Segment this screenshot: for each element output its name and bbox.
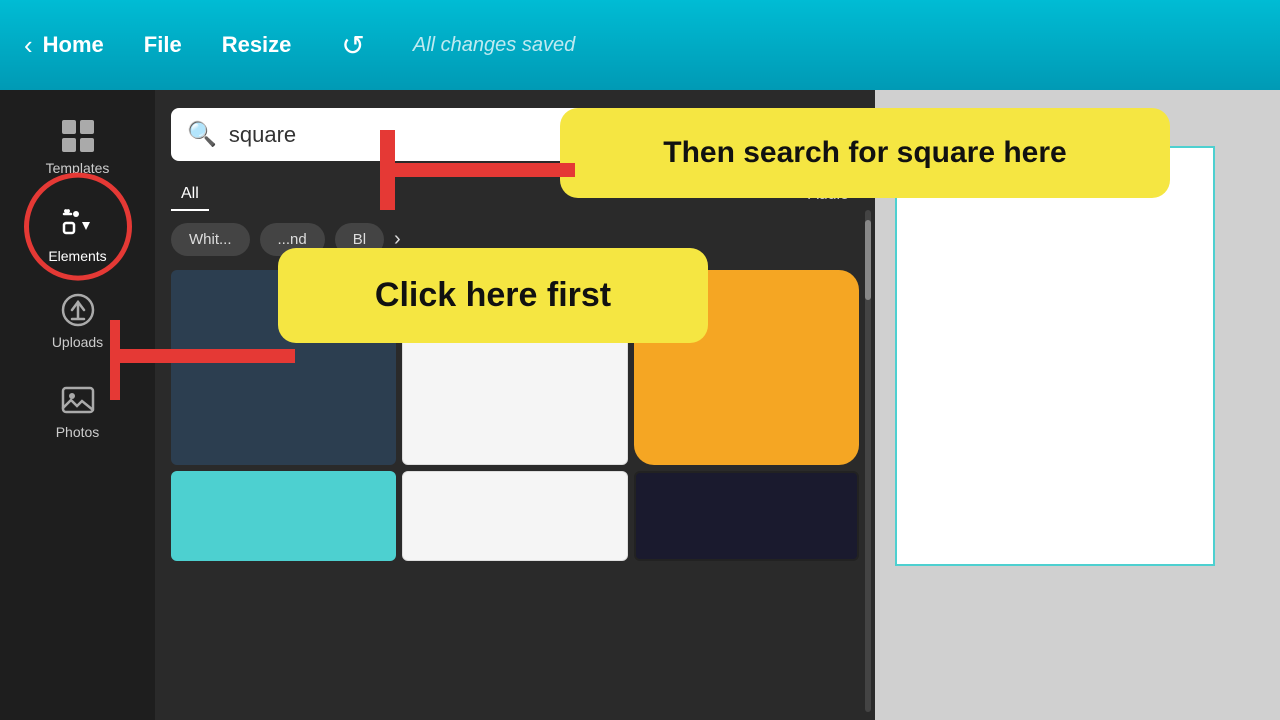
filter-white-button[interactable]: Whit...: [171, 223, 250, 256]
tabs-row: All Audio: [155, 173, 875, 217]
undo-button[interactable]: ↺: [341, 29, 364, 62]
sidebar-item-uploads[interactable]: Uploads: [0, 274, 155, 364]
filter-blend-button[interactable]: ...nd: [260, 223, 325, 256]
sidebar-item-photos[interactable]: Photos: [0, 364, 155, 454]
grid-item-teal-square[interactable]: [171, 471, 396, 561]
panel: 🔍 All Audio Whit... ...nd Bl ›: [155, 90, 875, 720]
elements-inner: Elements: [48, 204, 106, 264]
sidebar-item-templates[interactable]: Templates: [0, 100, 155, 190]
grid-item-dark-square[interactable]: [171, 270, 396, 465]
back-home-button[interactable]: ‹ Home: [24, 30, 104, 61]
resize-button[interactable]: Resize: [222, 32, 292, 58]
filter-row: Whit... ...nd Bl ›: [155, 217, 875, 262]
sidebar-item-elements[interactable]: Elements: [0, 190, 155, 274]
search-icon: 🔍: [187, 120, 217, 149]
templates-icon: [60, 118, 96, 154]
sidebar: Templates Elements: [0, 90, 155, 720]
resize-label: Resize: [222, 32, 292, 58]
photos-icon: [60, 382, 96, 418]
elements-label: Elements: [48, 248, 106, 264]
filter-more-button[interactable]: ›: [394, 228, 401, 251]
grid-item-white-square[interactable]: [402, 270, 627, 465]
filter-bl-button[interactable]: Bl: [335, 223, 384, 256]
scrollbar-thumb[interactable]: [865, 220, 871, 300]
grid-item-orange-square[interactable]: [634, 270, 859, 465]
file-label: File: [144, 32, 182, 58]
uploads-label: Uploads: [52, 334, 103, 350]
search-input[interactable]: [229, 122, 843, 148]
canvas-area: Page: [875, 90, 1280, 720]
back-chevron-icon: ‹: [24, 30, 33, 61]
home-label: Home: [43, 32, 104, 58]
main-area: Templates Elements: [0, 90, 1280, 720]
results-grid: [155, 262, 875, 569]
search-bar: 🔍: [171, 108, 859, 161]
topbar: ‹ Home File Resize ↺ All changes saved: [0, 0, 1280, 90]
saved-status: All changes saved: [413, 34, 575, 57]
canvas-page: [895, 146, 1215, 566]
grid-item-dark2-square[interactable]: [634, 471, 859, 561]
scrollbar[interactable]: [865, 210, 871, 712]
elements-icon: [58, 204, 96, 242]
uploads-icon: [60, 292, 96, 328]
grid-item-white2-square[interactable]: [402, 471, 627, 561]
templates-label: Templates: [46, 160, 110, 176]
photos-label: Photos: [56, 424, 100, 440]
tab-audio[interactable]: Audio: [798, 180, 859, 210]
page-label: Page: [895, 110, 946, 136]
file-button[interactable]: File: [144, 32, 182, 58]
tab-all[interactable]: All: [171, 179, 209, 211]
